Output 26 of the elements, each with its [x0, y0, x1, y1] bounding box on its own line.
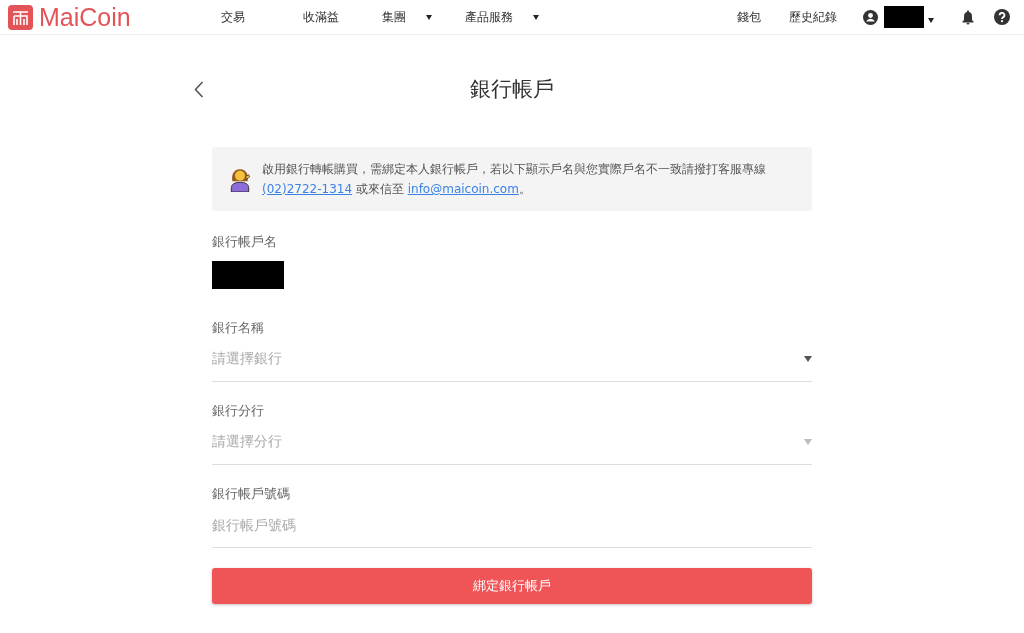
field-label: 銀行帳戶號碼	[212, 485, 291, 503]
nav-link[interactable]: 收滿益	[278, 8, 364, 26]
nav-link[interactable]: 錢包	[717, 8, 781, 26]
person-icon	[228, 166, 252, 192]
contact-link[interactable]: (02)2722-1314	[262, 182, 353, 196]
bell-icon[interactable]	[962, 9, 974, 25]
redacted-value	[212, 261, 284, 289]
page-title: 銀行帳戶	[470, 76, 554, 103]
redacted-name	[884, 6, 924, 28]
field-label: 銀行名稱	[212, 319, 265, 337]
nav-link[interactable]: 歷史紀錄	[781, 8, 845, 26]
nav-link[interactable]: 交易	[188, 8, 278, 26]
caret-icon	[426, 14, 432, 20]
back-icon[interactable]	[194, 81, 204, 98]
user-icon[interactable]	[863, 9, 878, 25]
contact-link[interactable]: info@maicoin.com	[407, 182, 519, 196]
help-icon[interactable]	[994, 9, 1010, 25]
logo-icon	[8, 4, 33, 30]
caret-icon	[533, 14, 539, 20]
field-label: 銀行帳戶名	[212, 233, 278, 251]
notice-text: 啟用銀行轉帳購買，需綁定本人銀行帳戶，若以下顯示戶名與您實際戶名不一致請撥打客服專線 (02)2722-1314 或來信至 info@maicoin.com。	[262, 161, 767, 198]
field-label: 銀行分行	[212, 402, 265, 420]
nav-link[interactable]: 產品服務	[450, 8, 554, 26]
brand-name[interactable]: MaiCoin	[39, 2, 131, 32]
nav-link[interactable]: 集團	[364, 8, 450, 26]
caret-icon[interactable]	[928, 17, 934, 23]
